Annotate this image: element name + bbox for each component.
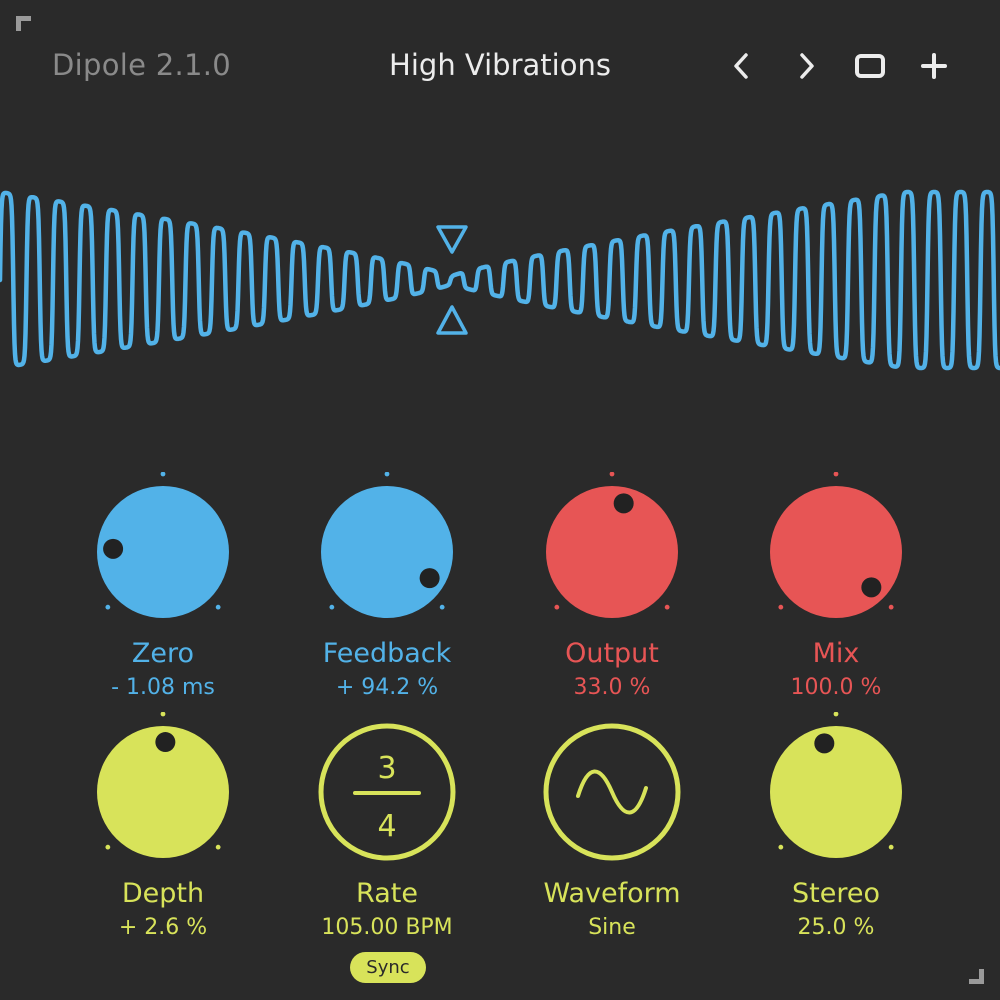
- knob-range-dot: [329, 604, 335, 610]
- knob-range-dot: [833, 712, 839, 717]
- knob-indicator: [103, 538, 124, 559]
- stereo-knob[interactable]: [756, 712, 916, 872]
- rate-selector[interactable]: 3 4: [307, 712, 467, 872]
- app-name: Dipole 2.1.0: [52, 48, 232, 82]
- next-preset-button[interactable]: [786, 46, 826, 86]
- knob-indicator: [155, 732, 176, 753]
- knob-body: [770, 486, 902, 618]
- output-label: Output: [565, 638, 659, 669]
- corner-mark-top-left: [16, 16, 31, 31]
- knob-range-dot: [888, 604, 894, 610]
- chevron-right-icon: [800, 53, 814, 79]
- knob-body: [770, 726, 902, 858]
- knob-range-dot: [833, 472, 839, 477]
- knob-indicator: [861, 577, 882, 598]
- rate-value[interactable]: 105.00 BPM: [277, 914, 497, 942]
- resize-handle[interactable]: [969, 969, 984, 984]
- feedback-label: Feedback: [322, 638, 452, 669]
- knob-indicator: [419, 568, 440, 589]
- knob-range-dot: [664, 604, 670, 610]
- stereo-label: Stereo: [792, 878, 880, 909]
- zero-control: Zero - 1.08 ms: [53, 472, 273, 702]
- feedback-value[interactable]: + 94.2 %: [277, 674, 497, 702]
- knob-range-dot: [888, 844, 894, 850]
- stereo-control: Stereo 25.0 %: [726, 712, 946, 942]
- prev-preset-button[interactable]: [722, 46, 762, 86]
- waveform-line: [0, 189, 1000, 371]
- rate-control: 3 4 Rate 105.00 BPM: [277, 712, 497, 942]
- rate-denominator: 4: [377, 809, 396, 844]
- knob-range-dot: [439, 604, 445, 610]
- mix-label: Mix: [812, 638, 860, 669]
- mix-control: Mix 100.0 %: [726, 472, 946, 702]
- waveform-value[interactable]: Sine: [502, 914, 722, 942]
- knob-indicator: [814, 733, 835, 754]
- plus-icon: [921, 53, 947, 79]
- feedback-control: Feedback + 94.2 %: [277, 472, 497, 702]
- output-knob[interactable]: [532, 472, 692, 632]
- zero-knob[interactable]: [83, 472, 243, 632]
- knob-range-dot: [384, 472, 390, 477]
- square-icon: [855, 54, 885, 78]
- preset-menu-button[interactable]: [850, 46, 890, 86]
- depth-control: Depth + 2.6 %: [53, 712, 273, 942]
- knob-range-dot: [105, 844, 111, 850]
- knob-range-dot: [778, 604, 784, 610]
- triangle-down-icon: [436, 225, 468, 254]
- knob-range-dot: [160, 472, 166, 477]
- depth-value[interactable]: + 2.6 %: [53, 914, 273, 942]
- zero-label: Zero: [131, 638, 195, 669]
- preset-name[interactable]: High Vibrations: [389, 48, 611, 82]
- mix-knob[interactable]: [756, 472, 916, 632]
- knob-range-dot: [609, 472, 615, 477]
- knob-range-dot: [215, 844, 221, 850]
- waveform-svg: [0, 189, 1000, 371]
- knob-indicator: [613, 493, 634, 514]
- output-control: Output 33.0 %: [502, 472, 722, 702]
- triangle-up-icon: [436, 305, 468, 335]
- depth-knob[interactable]: [83, 712, 243, 872]
- feedback-knob[interactable]: [307, 472, 467, 632]
- output-value[interactable]: 33.0 %: [502, 674, 722, 702]
- rate-numerator: 3: [377, 751, 396, 786]
- knob-range-dot: [160, 712, 166, 717]
- rate-fraction-display: 3 4: [318, 723, 456, 861]
- waveform-label: Waveform: [543, 878, 681, 909]
- knob-body: [321, 486, 453, 618]
- chevron-left-icon: [734, 53, 748, 79]
- knob-range-dot: [554, 604, 560, 610]
- rate-label: Rate: [356, 878, 418, 909]
- zero-value[interactable]: - 1.08 ms: [53, 674, 273, 702]
- knob-range-dot: [778, 844, 784, 850]
- depth-label: Depth: [121, 878, 205, 909]
- waveform-control: Waveform Sine: [502, 712, 722, 942]
- waveform-selector[interactable]: [532, 712, 692, 872]
- stereo-value[interactable]: 25.0 %: [726, 914, 946, 942]
- waveform-display[interactable]: [0, 170, 1000, 390]
- sync-button[interactable]: Sync: [350, 952, 426, 983]
- mix-value[interactable]: 100.0 %: [726, 674, 946, 702]
- sine-wave-icon: [543, 723, 681, 861]
- knob-range-dot: [105, 604, 111, 610]
- knob-range-dot: [215, 604, 221, 610]
- add-preset-button[interactable]: [914, 46, 954, 86]
- knob-body: [546, 486, 678, 618]
